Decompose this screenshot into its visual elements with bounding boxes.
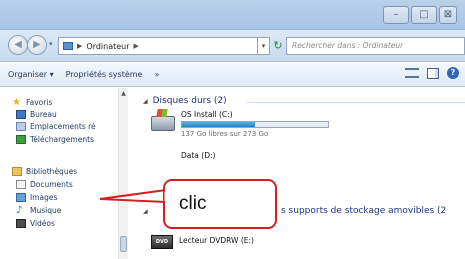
window-controls: – □ ⊠: [383, 6, 457, 24]
annotation-text: clic: [179, 193, 207, 214]
annotation-callout: clic: [163, 179, 277, 229]
navigation-scrollbar[interactable]: ▲: [118, 88, 128, 259]
videos-icon: [16, 219, 26, 228]
command-bar: Organiser ▾ Propriétés système » ?: [0, 63, 465, 87]
nav-item-music[interactable]: ♪ Musique: [16, 205, 62, 216]
minimize-button[interactable]: –: [383, 6, 409, 24]
nav-item-label: Musique: [30, 206, 62, 215]
address-dropdown-button[interactable]: ▾: [258, 37, 270, 55]
drive-usage-fill: [182, 122, 255, 127]
help-icon[interactable]: ?: [447, 67, 459, 79]
content-pane: ◢ Disques durs (2) OS Install (C:) 137 G…: [129, 88, 465, 259]
drive-dvd[interactable]: DVD Lecteur DVDRW (E:): [151, 233, 254, 249]
drive-usage-bar: [181, 121, 329, 128]
nav-item-label: Documents: [30, 180, 73, 189]
collapse-triangle-icon[interactable]: ◢: [143, 208, 148, 215]
nav-favorites-label: Favoris: [26, 98, 53, 107]
back-button[interactable]: ◀: [8, 35, 28, 55]
downloads-icon: [16, 135, 26, 144]
scroll-thumb[interactable]: [120, 236, 127, 252]
music-note-icon: ♪: [16, 205, 23, 216]
drive-name: OS Install (C:): [181, 110, 233, 119]
nav-item-label: Téléchargements: [30, 135, 94, 144]
nav-item-label: Images: [30, 193, 58, 202]
nav-item-videos[interactable]: Vidéos: [16, 219, 55, 228]
forward-button[interactable]: ▶: [27, 35, 47, 55]
collapse-triangle-icon[interactable]: ◢: [143, 98, 148, 105]
nav-item-documents[interactable]: Documents: [16, 180, 73, 189]
libraries-icon: [12, 167, 22, 176]
group-header-removable-arrow[interactable]: ◢: [143, 208, 148, 215]
group-header-hard-disks[interactable]: ◢ Disques durs (2): [143, 96, 227, 106]
path-separator-icon[interactable]: ▶: [77, 42, 82, 50]
system-drive-icon: [151, 116, 175, 131]
drive-d-details: Data (D:): [181, 151, 215, 160]
documents-icon: [16, 180, 26, 189]
scroll-up-icon[interactable]: ▲: [119, 90, 128, 98]
search-input[interactable]: Rechercher dans : Ordinateur: [286, 37, 465, 55]
drive-name: Data (D:): [181, 151, 216, 160]
nav-item-downloads[interactable]: Téléchargements: [16, 135, 94, 144]
refresh-icon[interactable]: ↻: [272, 37, 284, 55]
recent-pages-dropdown[interactable]: ▾: [49, 40, 53, 48]
nav-item-label: Emplacements ré: [30, 122, 96, 131]
drive-c[interactable]: OS Install (C:) 137 Go libres sur 273 Go: [151, 110, 329, 138]
path-item-ordinateur[interactable]: Ordinateur: [86, 42, 129, 51]
recent-places-icon: [16, 122, 26, 131]
nav-item-recent-places[interactable]: Emplacements ré: [16, 122, 96, 131]
nav-item-images[interactable]: Images: [16, 193, 57, 202]
change-view-icon[interactable]: [405, 68, 419, 78]
path-chevron-icon[interactable]: ▶: [134, 42, 139, 50]
group-header-removable[interactable]: s supports de stockage amovibles (2: [281, 206, 446, 216]
desktop-icon: [16, 110, 26, 119]
close-button[interactable]: ⊠: [439, 6, 457, 24]
nav-item-label: Bureau: [30, 110, 57, 119]
system-properties-button[interactable]: Propriétés système: [66, 70, 143, 79]
nav-favorites[interactable]: ★ Favoris: [12, 97, 53, 108]
more-commands-button[interactable]: »: [154, 70, 159, 79]
images-icon: [16, 193, 26, 202]
computer-icon: [63, 42, 73, 50]
dvd-drive-icon: DVD: [151, 235, 173, 249]
drive-d[interactable]: Data (D:): [181, 151, 215, 160]
drive-name: Lecteur DVDRW (E:): [179, 236, 254, 245]
maximize-button[interactable]: □: [411, 6, 437, 24]
group-header-label: Disques durs (2): [152, 96, 227, 106]
title-bar: – □ ⊠: [0, 0, 465, 30]
navigation-pane: ★ Favoris Bureau Emplacements ré Télécha…: [0, 88, 128, 259]
drive-free-space: 137 Go libres sur 273 Go: [181, 130, 269, 138]
address-path[interactable]: ▶ Ordinateur ▶: [58, 37, 258, 55]
drive-dvd-details: Lecteur DVDRW (E:): [179, 236, 254, 249]
preview-pane-icon[interactable]: [427, 67, 439, 79]
nav-item-bureau[interactable]: Bureau: [16, 110, 57, 119]
star-icon: ★: [12, 97, 21, 108]
organize-button[interactable]: Organiser ▾: [8, 70, 54, 79]
nav-libraries[interactable]: Bibliothèques: [12, 167, 77, 176]
nav-item-label: Vidéos: [30, 219, 55, 228]
group-divider: [247, 102, 465, 103]
toolbar-right: ?: [405, 67, 459, 79]
group-header-label: s supports de stockage amovibles (2: [281, 206, 447, 216]
address-bar: ◀ ▶ ▾ ▶ Ordinateur ▶ ▾ ↻ Rechercher dans…: [0, 30, 465, 62]
nav-libraries-label: Bibliothèques: [26, 167, 78, 176]
drive-c-details: OS Install (C:) 137 Go libres sur 273 Go: [181, 110, 329, 138]
